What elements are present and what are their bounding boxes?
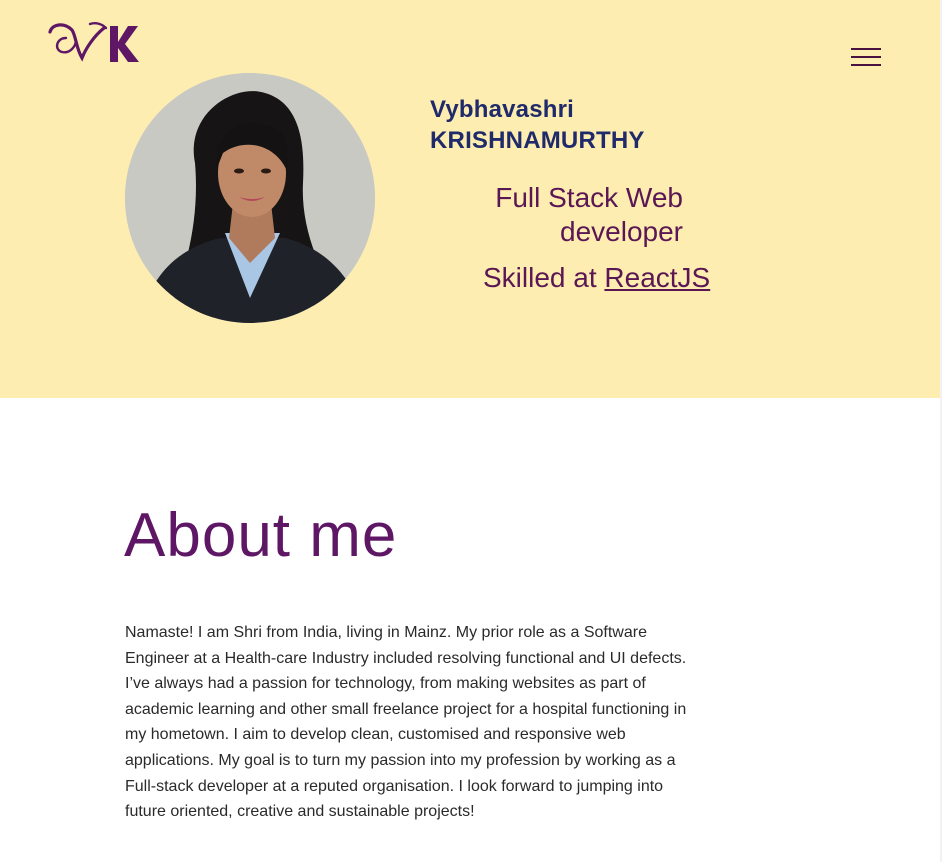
about-title: About me	[124, 501, 398, 570]
about-paragraph: Namaste! I am Shri from India, living in…	[125, 624, 687, 821]
hamburger-menu-icon[interactable]	[848, 44, 884, 70]
skill-prefix: Skilled at	[483, 262, 605, 293]
profile-photo	[125, 73, 375, 323]
hero-first-name: Vybhavashri	[430, 96, 575, 123]
hero-role: Full Stack Web developer	[495, 182, 683, 247]
menu-line	[851, 48, 881, 50]
menu-line	[851, 56, 881, 58]
hero-skill-line: Skilled at ReactJS	[483, 262, 710, 294]
menu-line	[851, 64, 881, 66]
vk-logo[interactable]	[46, 18, 142, 68]
hero-last-name: KRISHNAMURTHY	[430, 127, 645, 154]
skill-link[interactable]: ReactJS	[604, 262, 710, 293]
